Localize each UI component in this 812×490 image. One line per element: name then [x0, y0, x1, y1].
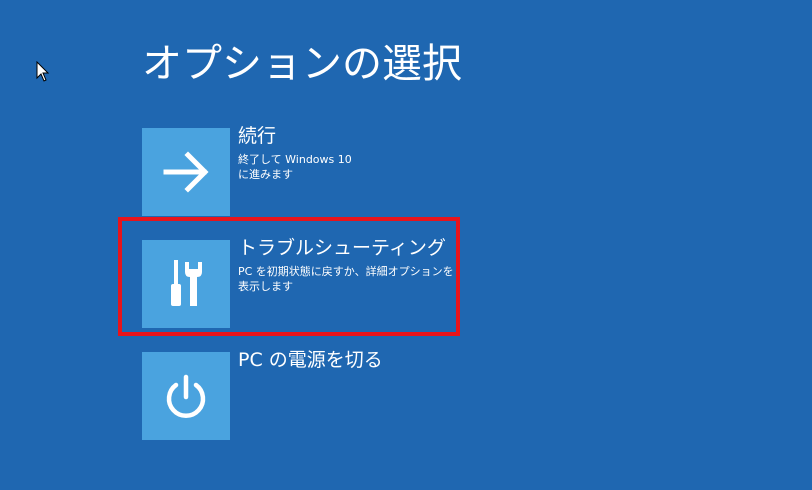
page-title: オプションの選択 — [142, 41, 462, 87]
continue-title: 続行 — [238, 125, 277, 147]
tools-icon — [171, 260, 202, 306]
troubleshoot-option[interactable]: トラブルシューティング PC を初期状態に戻すか、詳細オプションを 表示します — [142, 237, 472, 328]
troubleshoot-tile[interactable] — [142, 240, 230, 328]
troubleshoot-description: PC を初期状態に戻すか、詳細オプションを 表示します — [238, 265, 454, 293]
mouse-pointer-icon — [36, 61, 50, 82]
arrow-right-icon — [163, 151, 209, 193]
power-off-title: PC の電源を切る — [238, 349, 383, 371]
power-icon — [166, 374, 206, 418]
troubleshoot-title: トラブルシューティング — [238, 237, 446, 259]
continue-tile[interactable] — [142, 128, 230, 216]
power-off-tile[interactable] — [142, 352, 230, 440]
continue-description: 終了して Windows 10 に進みます — [238, 153, 352, 181]
power-off-option[interactable]: PC の電源を切る — [142, 349, 472, 440]
continue-option[interactable]: 続行 終了して Windows 10 に進みます — [142, 125, 472, 216]
